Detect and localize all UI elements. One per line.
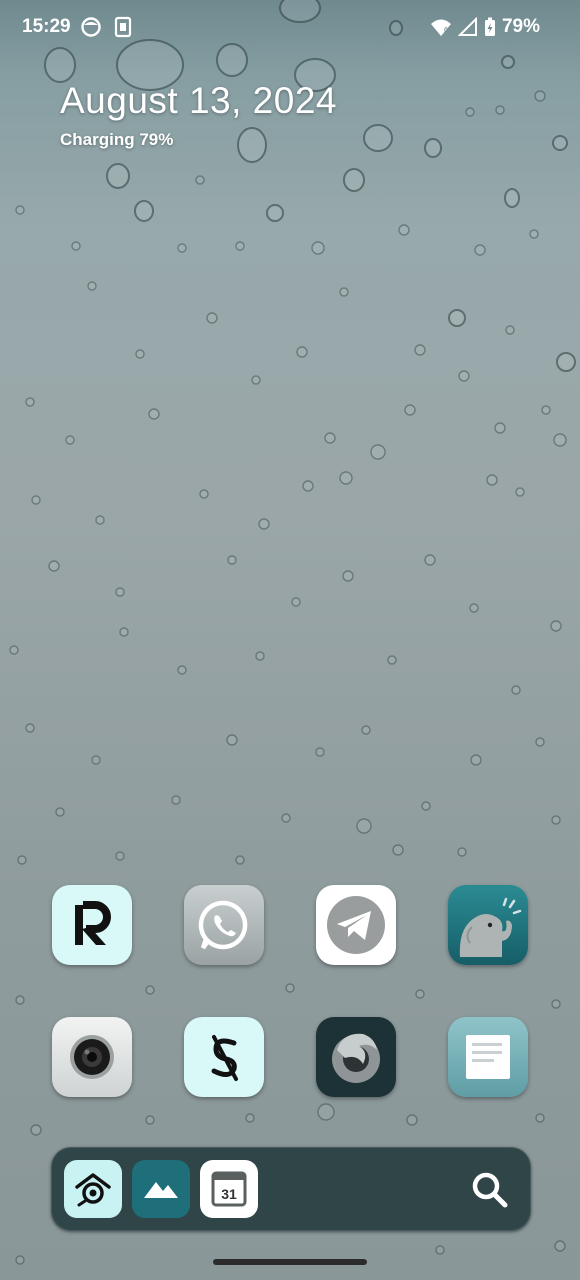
battery-charging-icon — [484, 17, 495, 36]
mountains-gallery-icon — [144, 1182, 178, 1198]
camera-lens-icon — [70, 1035, 114, 1079]
dock: 31 — [51, 1147, 531, 1231]
sim-card-icon — [114, 16, 132, 38]
battery-percent: 79% — [501, 16, 540, 37]
app-camera[interactable] — [52, 1017, 132, 1097]
home-screen: 15:29 6 79% August 13, 2024 Charging 79%… — [0, 0, 580, 1280]
status-right-group: 6 79% — [430, 16, 540, 38]
dock-app-gallery[interactable] — [132, 1160, 190, 1218]
app-firefox[interactable] — [316, 1017, 396, 1097]
gesture-nav-handle[interactable] — [213, 1259, 367, 1265]
status-time: 15:29 — [22, 16, 71, 37]
svg-text:6: 6 — [444, 27, 448, 34]
dock-app-calendar[interactable]: 31 — [200, 1160, 258, 1218]
wifi-icon: 6 — [430, 19, 451, 36]
revolut-r-icon — [75, 901, 111, 945]
charging-status: Charging 79% — [60, 130, 174, 149]
date-widget[interactable]: August 13, 2024 Charging 79% — [60, 80, 337, 150]
date-text: August 13, 2024 — [60, 80, 337, 121]
elephant-mastodon-icon — [459, 897, 522, 957]
app-whatsapp[interactable] — [184, 885, 264, 965]
home-eye-icon — [75, 1173, 111, 1207]
app-revolut[interactable] — [52, 885, 132, 965]
calendar-icon: 31 — [211, 1171, 247, 1207]
status-bar: 15:29 6 79% — [0, 0, 580, 56]
notes-page-icon — [466, 1035, 510, 1079]
telegram-plane-icon — [327, 896, 385, 954]
slashed-s-icon — [211, 1035, 238, 1081]
whatsapp-phone-icon — [198, 900, 248, 950]
moon-face-icon — [81, 17, 101, 37]
calendar-day: 31 — [221, 1186, 237, 1202]
app-notes[interactable] — [448, 1017, 528, 1097]
cellular-signal-icon — [457, 17, 477, 36]
app-telegram[interactable] — [316, 885, 396, 965]
dock-app-home[interactable] — [64, 1160, 122, 1218]
search-icon[interactable] — [468, 1168, 512, 1212]
app-slashed-s[interactable] — [184, 1017, 264, 1097]
app-mastodon-elephant[interactable] — [448, 885, 528, 965]
firefox-fox-icon — [332, 1033, 380, 1083]
